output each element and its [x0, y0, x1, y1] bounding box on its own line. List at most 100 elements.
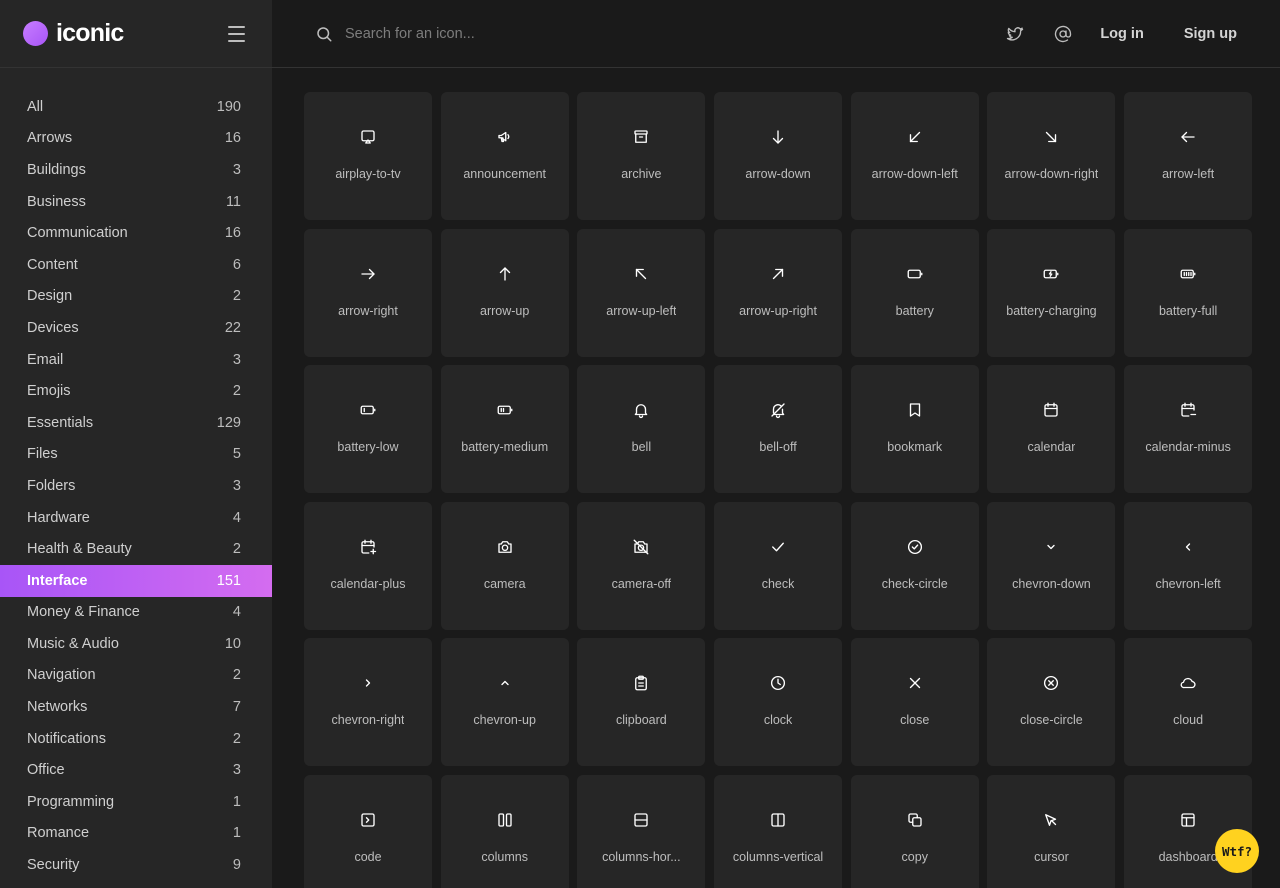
icon-tile[interactable]: chevron-up: [440, 638, 569, 767]
category-item[interactable]: Folders 3: [0, 470, 272, 502]
icon-tile[interactable]: calendar: [987, 365, 1116, 494]
category-item[interactable]: Health & Beauty 2: [0, 533, 272, 565]
icon-label: arrow-down-left: [871, 167, 958, 181]
category-label: Design: [27, 288, 73, 305]
category-item[interactable]: Security 9: [0, 849, 272, 881]
icon-tile[interactable]: arrow-up: [440, 228, 569, 357]
icon-label: columns-hor...: [602, 849, 681, 864]
category-label: Arrows: [27, 130, 73, 147]
twitter-icon[interactable]: [1004, 23, 1026, 45]
search-bar: [315, 25, 955, 43]
category-item[interactable]: Design 2: [0, 281, 272, 313]
icon-tile[interactable]: calendar-plus: [304, 501, 432, 630]
icon-label: arrow-down-right: [1004, 167, 1099, 181]
icon-tile[interactable]: announcement: [440, 92, 569, 220]
icon-tile[interactable]: battery: [850, 228, 979, 357]
topbar: Log in Sign up: [272, 0, 1280, 68]
category-count: 2: [232, 541, 241, 558]
category-item[interactable]: Interface 151: [0, 564, 272, 597]
category-item[interactable]: Arrows 16: [0, 123, 272, 155]
feedback-badge[interactable]: Wtf?: [1215, 829, 1259, 873]
category-item[interactable]: Music & Audio 10: [0, 628, 272, 660]
icon-label: code: [354, 849, 382, 864]
category-item[interactable]: Networks 7: [0, 691, 272, 723]
category-item[interactable]: Essentials 129: [0, 407, 272, 439]
icon-label: chevron-down: [1012, 576, 1091, 591]
icon-tile[interactable]: arrow-down-left: [850, 92, 979, 220]
icon-tile[interactable]: cloud: [1124, 638, 1253, 767]
icon-tile[interactable]: arrow-down-right: [987, 92, 1116, 220]
category-item[interactable]: Buildings 3: [0, 154, 272, 186]
icon-tile[interactable]: battery-charging: [987, 228, 1116, 357]
icon-tile[interactable]: battery-medium: [440, 365, 569, 494]
icon-label: chevron-right: [331, 713, 405, 728]
icon-tile[interactable]: close-circle: [987, 638, 1116, 767]
icon-tile[interactable]: check-circle: [850, 501, 979, 630]
icon-tile[interactable]: check: [714, 501, 843, 630]
icon-tile[interactable]: camera-off: [577, 501, 706, 630]
category-label: Navigation: [27, 667, 96, 684]
category-count: 3: [232, 762, 241, 779]
category-count: 16: [224, 225, 241, 242]
icon-tile[interactable]: clock: [714, 638, 843, 767]
category-item[interactable]: Content 6: [0, 249, 272, 281]
icon-tile[interactable]: arrow-up-right: [714, 228, 843, 357]
category-item[interactable]: Programming 1: [0, 786, 272, 818]
icon-tile[interactable]: chevron-down: [987, 501, 1116, 630]
bookmark-icon: [905, 400, 925, 420]
icon-tile[interactable]: arrow-right: [304, 228, 432, 357]
category-item[interactable]: Email 3: [0, 344, 272, 376]
icon-tile[interactable]: copy: [850, 774, 979, 888]
category-item[interactable]: Romance 1: [0, 818, 272, 850]
icon-tile[interactable]: columns-hor...: [577, 774, 706, 888]
icon-tile[interactable]: battery-low: [304, 365, 432, 494]
icon-tile[interactable]: close: [850, 638, 979, 767]
icon-tile[interactable]: camera: [440, 501, 569, 630]
icon-tile[interactable]: chevron-right: [304, 638, 432, 767]
at-sign-icon[interactable]: [1052, 23, 1074, 45]
category-item[interactable]: Notifications 2: [0, 723, 272, 755]
brand-logo[interactable]: iconic: [23, 19, 124, 48]
cursor-icon: [1041, 810, 1061, 830]
icon-label: cloud: [1173, 713, 1204, 728]
calendar-plus-icon: [358, 537, 378, 557]
category-count: 1: [232, 825, 241, 842]
icon-tile[interactable]: arrow-up-left: [577, 228, 706, 357]
icon-label: bookmark: [887, 440, 943, 455]
category-item[interactable]: All 190: [0, 91, 272, 123]
category-item[interactable]: Money & Finance 4: [0, 597, 272, 629]
icon-tile[interactable]: columns: [440, 774, 569, 888]
icon-tile[interactable]: bookmark: [850, 365, 979, 494]
battery-low-icon: [358, 400, 378, 420]
icon-tile[interactable]: arrow-down: [714, 92, 843, 220]
category-item[interactable]: Office 3: [0, 754, 272, 786]
search-input[interactable]: [345, 25, 905, 42]
icon-tile[interactable]: battery-full: [1124, 228, 1253, 357]
icon-tile[interactable]: arrow-left: [1124, 92, 1253, 220]
icon-tile[interactable]: archive: [577, 92, 706, 220]
icon-tile[interactable]: clipboard: [577, 638, 706, 767]
category-item[interactable]: Files 5: [0, 439, 272, 471]
chevron-left-icon: [1178, 537, 1198, 557]
icon-tile[interactable]: calendar-minus: [1124, 365, 1253, 494]
menu-icon[interactable]: [228, 23, 250, 45]
icon-tile[interactable]: airplay-to-tv: [304, 92, 432, 220]
category-item[interactable]: Communication 16: [0, 217, 272, 249]
category-item[interactable]: Business 11: [0, 186, 272, 218]
category-count: 22: [224, 319, 241, 336]
icon-tile[interactable]: columns-vertical: [714, 774, 843, 888]
icon-tile[interactable]: code: [304, 774, 432, 888]
category-item[interactable]: Devices 22: [0, 312, 272, 344]
login-link[interactable]: Log in: [1100, 26, 1144, 42]
signup-link[interactable]: Sign up: [1184, 26, 1237, 42]
icon-tile[interactable]: cursor: [987, 774, 1116, 888]
category-item[interactable]: Navigation 2: [0, 660, 272, 692]
icon-label: arrow-up-right: [739, 303, 817, 318]
icon-tile[interactable]: bell-off: [714, 365, 843, 494]
columns-icon: [495, 810, 515, 830]
icon-tile[interactable]: bell: [577, 365, 706, 494]
icon-tile[interactable]: chevron-left: [1124, 501, 1253, 630]
category-item[interactable]: Hardware 4: [0, 502, 272, 534]
arrow-down-left-icon: [905, 127, 925, 147]
category-item[interactable]: Emojis 2: [0, 375, 272, 407]
